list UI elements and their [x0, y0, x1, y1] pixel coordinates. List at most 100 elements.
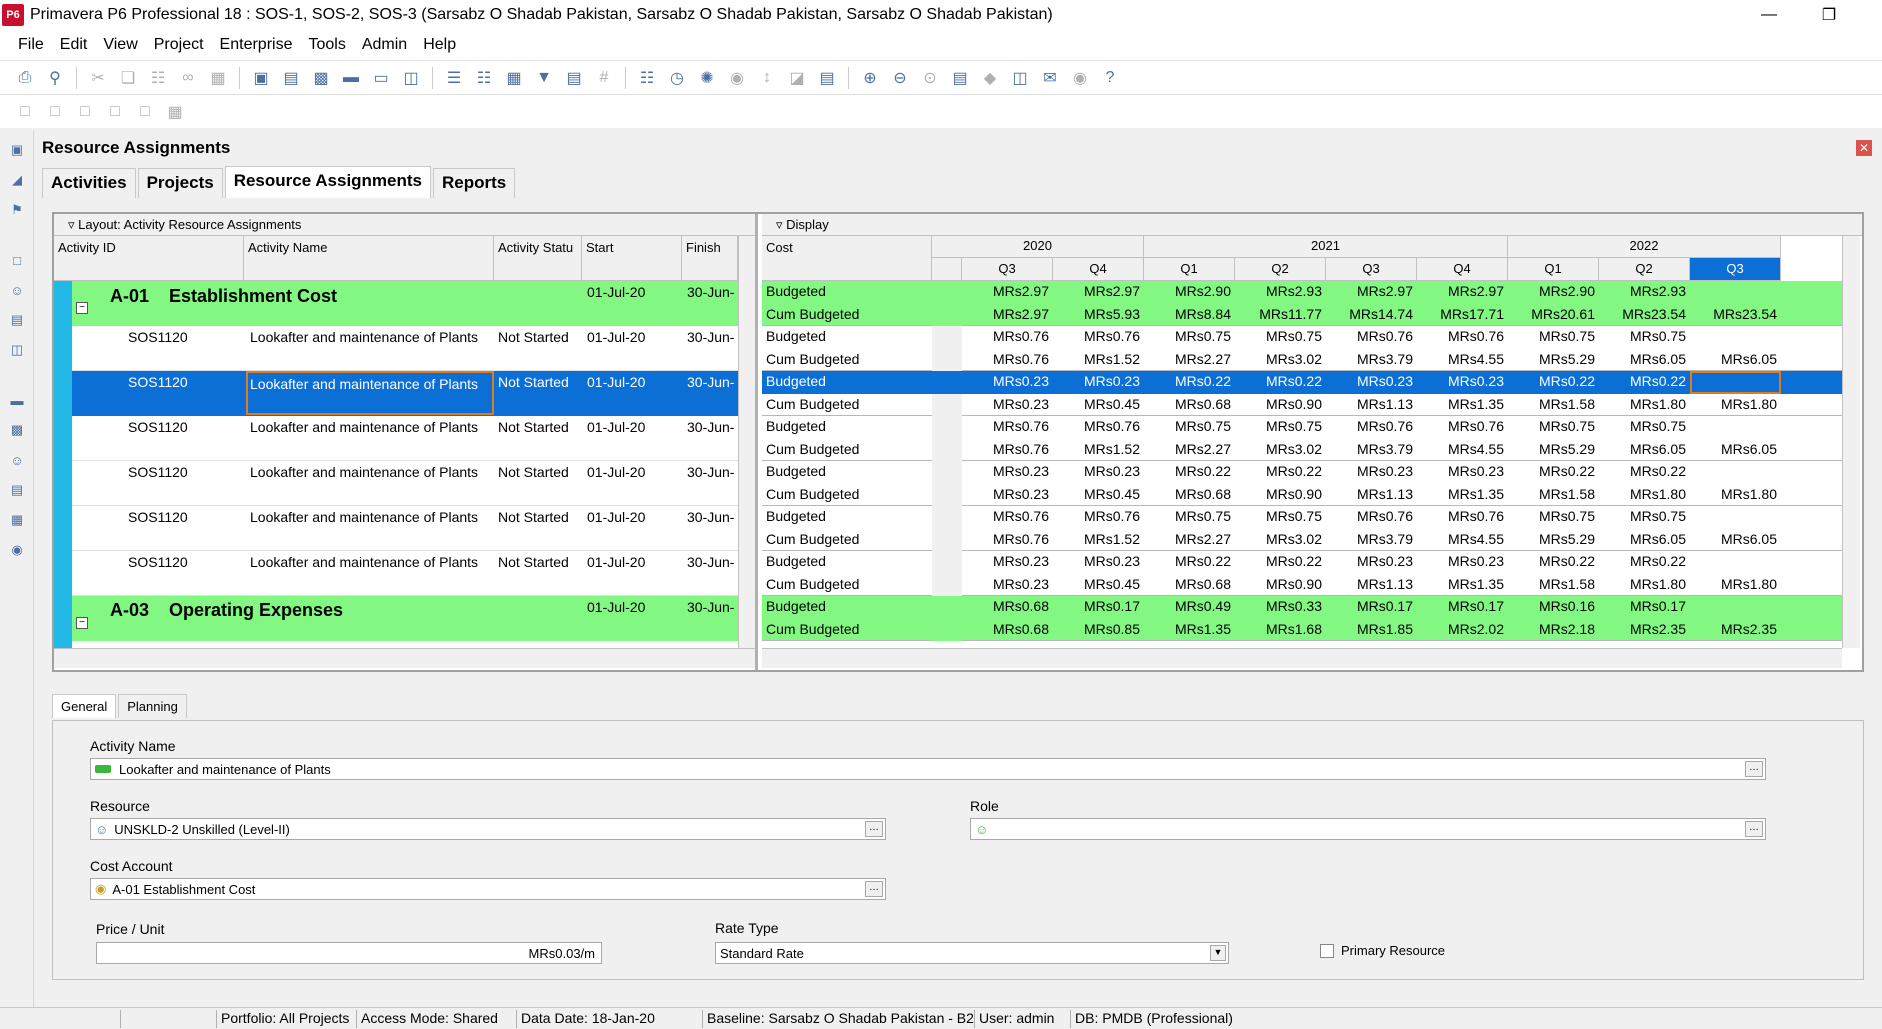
tracking-icon[interactable]: ⚑	[7, 200, 27, 220]
add-icon[interactable]: □	[14, 101, 36, 123]
more-icon[interactable]: ▦	[164, 101, 186, 123]
print-preview-icon[interactable]: ⚲	[44, 67, 66, 89]
col-activity-status[interactable]: Activity Statu	[494, 236, 582, 281]
copy-icon[interactable]: ❏	[117, 67, 139, 89]
tracking-view-icon[interactable]: ◫	[7, 340, 27, 360]
report-icon[interactable]: ☷	[636, 67, 658, 89]
tab-planning[interactable]: Planning	[118, 694, 187, 718]
quarter-header[interactable]: Q3	[962, 258, 1053, 281]
tab-reports[interactable]: Reports	[433, 168, 516, 198]
link-activity-icon[interactable]: □	[134, 101, 156, 123]
store-icon[interactable]: ◉	[726, 67, 748, 89]
quarter-header[interactable]: Q1	[1508, 258, 1599, 281]
enterprise-icon[interactable]: □	[7, 250, 27, 270]
rate-type-select[interactable]: Standard Rate ▼	[715, 942, 1229, 964]
open-project-icon[interactable]: ◢	[7, 170, 27, 190]
collapse-icon[interactable]: −	[76, 617, 88, 629]
minimize-button[interactable]: —	[1746, 0, 1792, 30]
role-field[interactable]: ☺ …	[970, 818, 1766, 840]
profile-icon[interactable]: ▭	[370, 67, 392, 89]
filter-icon[interactable]: ▼	[533, 67, 555, 89]
reports-nav-icon[interactable]: ▤	[7, 310, 27, 330]
menu-view[interactable]: View	[95, 36, 145, 54]
horizontal-scrollbar[interactable]	[54, 648, 755, 668]
display-header[interactable]: ▿ Display	[762, 214, 1862, 236]
cut-icon[interactable]: ✂	[87, 67, 109, 89]
year-header[interactable]: 2020	[932, 236, 1144, 258]
schedule-icon[interactable]: ◷	[666, 67, 688, 89]
menu-file[interactable]: File	[10, 36, 52, 54]
wbs-nav-icon[interactable]: ☺	[7, 450, 27, 470]
cost-account-field[interactable]: ◉ A-01 Establishment Cost …	[90, 878, 886, 900]
resource-ellipsis-button[interactable]: …	[865, 821, 883, 837]
tab-projects[interactable]: Projects	[137, 168, 223, 198]
activity-name-field[interactable]: Lookafter and maintenance of Plants …	[90, 758, 1766, 780]
assignments-nav-icon[interactable]: ▩	[7, 420, 27, 440]
activities-nav-icon[interactable]: ▬	[7, 390, 27, 410]
col-finish[interactable]: Finish	[682, 236, 738, 281]
chart-icon[interactable]: ▩	[310, 67, 332, 89]
vertical-scrollbar[interactable]	[1842, 236, 1860, 648]
menu-admin[interactable]: Admin	[354, 36, 415, 54]
zoom-fit-icon[interactable]: ⊙	[919, 67, 941, 89]
resources-nav-icon[interactable]: ☺	[7, 280, 27, 300]
expenses-nav-icon[interactable]: ▦	[7, 510, 27, 530]
col-start[interactable]: Start	[582, 236, 682, 281]
link-icon[interactable]: ∞	[177, 67, 199, 89]
dropdown-arrow-icon[interactable]: ▼	[1210, 945, 1226, 961]
group-icon[interactable]: ▤	[563, 67, 585, 89]
gantt-icon[interactable]: ▬	[340, 67, 362, 89]
close-icon[interactable]: ✕	[1856, 140, 1872, 156]
help-icon[interactable]: ?	[1099, 67, 1121, 89]
tip-icon[interactable]: ◉	[1069, 67, 1091, 89]
delete-icon[interactable]: □	[74, 101, 96, 123]
col-activity-name[interactable]: Activity Name	[244, 236, 494, 281]
layout-icon[interactable]: ▣	[250, 67, 272, 89]
cost-account-ellipsis-button[interactable]: …	[865, 881, 883, 897]
year-header[interactable]: 2022	[1508, 236, 1781, 258]
spreadsheet-icon[interactable]: ◫	[400, 67, 422, 89]
year-header[interactable]: 2021	[1144, 236, 1508, 258]
quarter-header[interactable]: Q4	[1417, 258, 1508, 281]
projects-nav-icon[interactable]: ▣	[7, 140, 27, 160]
grid-icon[interactable]: ▦	[503, 67, 525, 89]
zoom-out-icon[interactable]: ⊖	[889, 67, 911, 89]
menu-enterprise[interactable]: Enterprise	[212, 36, 301, 54]
role-ellipsis-button[interactable]: …	[1745, 821, 1763, 837]
selected-cell-outline[interactable]	[1690, 371, 1781, 394]
paste-icon[interactable]: ☷	[147, 67, 169, 89]
col-activity-id[interactable]: Activity ID	[54, 236, 244, 281]
menu-help[interactable]: Help	[415, 36, 464, 54]
col-cost[interactable]: Cost	[762, 236, 932, 281]
menu-project[interactable]: Project	[146, 36, 212, 54]
ellipsis-button[interactable]: …	[1745, 761, 1763, 777]
assign-icon[interactable]: □	[44, 101, 66, 123]
layout-header[interactable]: ▿ Layout: Activity Resource Assignments	[54, 214, 755, 236]
horizontal-scrollbar[interactable]	[762, 648, 1842, 668]
primary-resource-checkbox[interactable]	[1320, 944, 1334, 958]
tools-icon[interactable]: ✺	[696, 67, 718, 89]
price-unit-field[interactable]: MRs0.03/m	[96, 942, 602, 964]
quarter-header[interactable]: Q3	[1326, 258, 1417, 281]
tab-general[interactable]: General	[52, 694, 117, 718]
progress-icon[interactable]: ↕	[756, 67, 778, 89]
quarter-header[interactable]: Q4	[1053, 258, 1144, 281]
bars-icon[interactable]: ☷	[473, 67, 495, 89]
notes-icon[interactable]: ✉	[1039, 67, 1061, 89]
renumber-icon[interactable]: □	[104, 101, 126, 123]
columns-icon[interactable]: ☰	[443, 67, 465, 89]
split-icon[interactable]: ▤	[949, 67, 971, 89]
collapse-icon[interactable]: −	[76, 302, 88, 314]
panes-icon[interactable]: ◫	[1009, 67, 1031, 89]
restore-button[interactable]: ❐	[1806, 0, 1852, 30]
zoom-in-icon[interactable]: ⊕	[859, 67, 881, 89]
quarter-header[interactable]: Q2	[1599, 258, 1690, 281]
documents-nav-icon[interactable]: ▤	[7, 480, 27, 500]
vertical-scrollbar[interactable]	[738, 236, 755, 648]
quarter-header[interactable]: Q2	[1235, 258, 1326, 281]
resource-field[interactable]: ☺ UNSKLD-2 Unskilled (Level-II) …	[90, 818, 886, 840]
level-icon[interactable]: ▦	[207, 67, 229, 89]
quarter-header[interactable]: Q1	[1144, 258, 1235, 281]
table-icon[interactable]: ▤	[280, 67, 302, 89]
print-icon[interactable]: ⎙	[14, 67, 36, 89]
